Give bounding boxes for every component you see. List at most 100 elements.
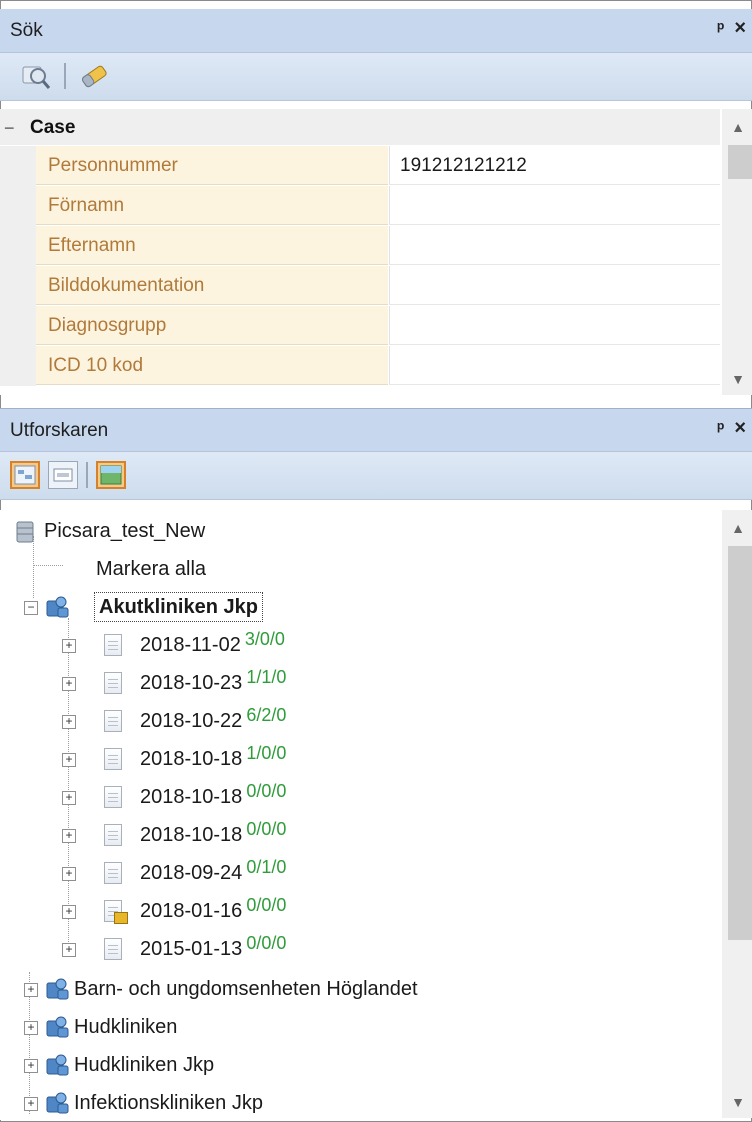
property-value-field[interactable] (389, 226, 720, 265)
clinic-icon (46, 596, 69, 618)
document-icon (104, 634, 122, 656)
document-icon (104, 672, 122, 694)
property-row-efternamn[interactable]: Efternamn (0, 226, 720, 266)
session-date: 2018-01-16 0/0/0 (140, 895, 287, 922)
session-date: 2018-10-18 0/0/0 (140, 781, 287, 808)
collapse-icon[interactable]: − (24, 601, 38, 615)
row-gutter (0, 266, 36, 306)
property-value-field[interactable] (389, 306, 720, 345)
toolbar-separator (64, 63, 66, 89)
eraser-icon[interactable] (78, 61, 110, 91)
tree-view-icon[interactable] (10, 461, 40, 489)
expand-icon[interactable]: + (62, 867, 76, 881)
session-counts: 0/0/0 (246, 819, 287, 839)
session-counts: 1/0/0 (246, 743, 287, 763)
search-icon[interactable] (20, 61, 52, 91)
expand-icon[interactable]: + (24, 983, 38, 997)
tree-connector (33, 536, 35, 598)
image-view-icon[interactable] (96, 461, 126, 489)
expand-icon[interactable]: + (62, 829, 76, 843)
row-gutter (0, 146, 36, 186)
document-icon (104, 824, 122, 846)
pin-icon[interactable]: ᵖ (717, 17, 724, 39)
session-counts: 0/0/0 (246, 895, 287, 915)
document-icon (104, 862, 122, 884)
property-value-field[interactable] (389, 186, 720, 225)
document-icon (104, 748, 122, 770)
search-toolbar (0, 53, 752, 101)
row-gutter (0, 346, 36, 386)
session-date: 2018-09-24 0/1/0 (140, 857, 287, 884)
tree-connector (33, 565, 63, 567)
explorer-panel-title: Utforskaren (10, 420, 109, 441)
property-grid-scrollbar[interactable]: ▲ ▼ (722, 109, 752, 395)
expand-icon[interactable]: + (62, 753, 76, 767)
property-name: Efternamn (36, 226, 388, 265)
tree-node-label: Picsara_test_New (44, 520, 206, 542)
session-date: 2018-10-22 6/2/0 (140, 705, 287, 732)
session-counts: 6/2/0 (246, 705, 287, 725)
property-value-field[interactable]: 191212121212 (389, 146, 720, 185)
scroll-up-icon[interactable]: ▲ (728, 520, 748, 536)
expand-icon[interactable]: + (62, 943, 76, 957)
property-value-field[interactable] (389, 346, 720, 385)
expand-icon[interactable]: + (24, 1059, 38, 1073)
property-row-personnummer[interactable]: Personnummer 191212121212 (0, 146, 720, 186)
session-date: 2018-10-18 1/0/0 (140, 743, 287, 770)
session-date: 2018-10-23 1/1/0 (140, 667, 287, 694)
property-row-icd10[interactable]: ICD 10 kod (0, 346, 720, 386)
scroll-down-icon[interactable]: ▼ (728, 1094, 748, 1110)
property-row-diagnosgrupp[interactable]: Diagnosgrupp (0, 306, 720, 346)
document-icon (104, 938, 122, 960)
session-counts: 0/1/0 (246, 857, 287, 877)
scroll-up-icon[interactable]: ▲ (728, 119, 748, 135)
property-name: Förnamn (36, 186, 388, 225)
lock-icon (114, 912, 128, 924)
expand-icon[interactable]: + (62, 715, 76, 729)
row-gutter (0, 186, 36, 226)
expand-icon[interactable]: + (62, 639, 76, 653)
scroll-down-icon[interactable]: ▼ (728, 371, 748, 387)
expand-icon[interactable]: + (62, 905, 76, 919)
pin-icon[interactable]: ᵖ (717, 417, 724, 439)
expand-icon[interactable]: + (62, 677, 76, 691)
expand-icon[interactable]: + (24, 1021, 38, 1035)
scrollbar-thumb[interactable] (728, 546, 752, 940)
category-row-case[interactable]: − Case (0, 109, 720, 145)
toolbar-separator (86, 462, 88, 488)
document-icon (104, 786, 122, 808)
close-icon[interactable]: × (734, 17, 746, 39)
property-row-bilddokumentation[interactable]: Bilddokumentation (0, 266, 720, 306)
clinic-icon (46, 978, 69, 1000)
tree-node-label: Akutkliniken Jkp (94, 592, 263, 622)
property-row-fornamn[interactable]: Förnamn (0, 186, 720, 226)
search-panel-title: Sök (10, 20, 43, 41)
scrollbar-thumb[interactable] (728, 145, 752, 179)
session-date: 2015-01-13 0/0/0 (140, 933, 287, 960)
session-date: 2018-10-18 0/0/0 (140, 819, 287, 846)
explorer-panel-header: Utforskaren ᵖ × (0, 408, 752, 452)
document-icon (104, 710, 122, 732)
clinic-icon (46, 1054, 69, 1076)
explorer-scrollbar[interactable]: ▲ ▼ (722, 510, 752, 1118)
search-panel-header: Sök ᵖ × (0, 9, 752, 53)
select-all-item[interactable]: Markera alla (96, 552, 206, 586)
expand-icon[interactable]: + (62, 791, 76, 805)
close-icon[interactable]: × (734, 417, 746, 439)
property-name: Diagnosgrupp (36, 306, 388, 345)
expand-icon[interactable]: + (24, 1097, 38, 1111)
session-counts: 3/0/0 (244, 629, 285, 649)
tree-node-label: Hudkliniken (74, 1016, 178, 1038)
list-view-icon[interactable] (48, 461, 78, 489)
session-counts: 0/0/0 (246, 781, 287, 801)
property-value-field[interactable] (389, 266, 720, 305)
property-name: Bilddokumentation (36, 266, 388, 305)
tree-node-label: Barn- och ungdomsenheten Höglandet (74, 978, 418, 1000)
property-grid: − Case Personnummer 191212121212 Förnamn… (0, 109, 720, 395)
property-name: ICD 10 kod (36, 346, 388, 385)
collapse-icon[interactable]: − (4, 118, 15, 139)
session-counts: 0/0/0 (246, 933, 287, 953)
clinic-icon (46, 1092, 69, 1114)
select-all-label: Markera alla (96, 558, 207, 580)
explorer-toolbar (0, 452, 752, 500)
